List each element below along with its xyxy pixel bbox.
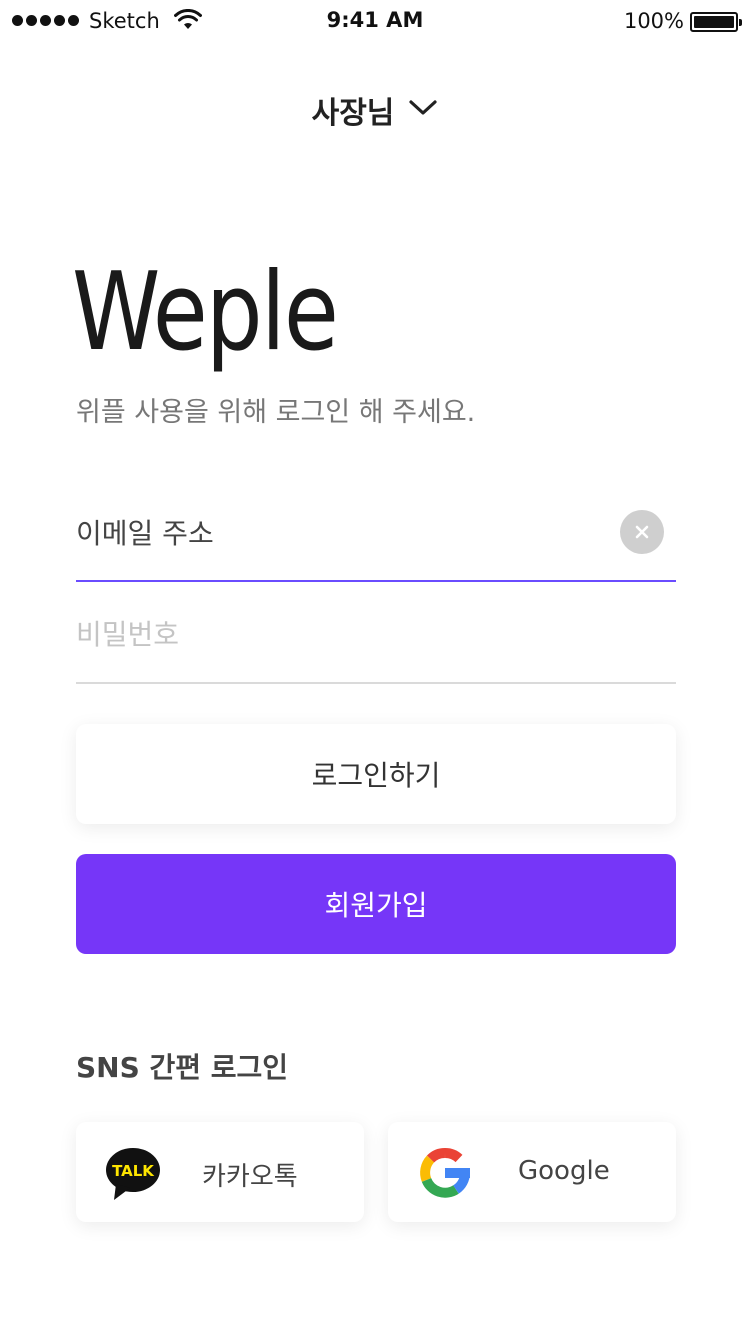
chevron-down-icon	[408, 98, 438, 122]
clear-email-button[interactable]	[620, 510, 664, 554]
kakao-login-button[interactable]: TALK 카카오톡	[76, 1122, 364, 1222]
kakao-talk-badge: TALK	[112, 1162, 155, 1180]
password-field[interactable]	[76, 604, 596, 664]
kakaotalk-icon: TALK	[104, 1146, 162, 1206]
login-button[interactable]: 로그인하기	[76, 724, 676, 824]
google-login-label: Google	[518, 1156, 610, 1186]
email-field[interactable]	[76, 502, 596, 562]
role-selector[interactable]: 사장님	[0, 88, 750, 132]
app-logo: Weple	[72, 250, 339, 375]
password-field-container	[76, 604, 676, 684]
google-g-icon	[418, 1146, 472, 1204]
battery-percentage: 100%	[623, 9, 684, 33]
email-field-container	[76, 502, 676, 582]
role-label: 사장님	[311, 96, 395, 131]
close-icon	[635, 525, 649, 539]
sns-login-title: SNS 간편 로그인	[76, 1051, 289, 1084]
status-bar: Sketch 9:41 AM 100%	[0, 0, 750, 44]
signup-button[interactable]: 회원가입	[76, 854, 676, 954]
google-login-button[interactable]: Google	[388, 1122, 676, 1222]
login-subtitle: 위플 사용을 위해 로그인 해 주세요.	[76, 397, 476, 428]
battery-icon	[690, 12, 742, 32]
kakao-login-label: 카카오톡	[202, 1162, 298, 1192]
